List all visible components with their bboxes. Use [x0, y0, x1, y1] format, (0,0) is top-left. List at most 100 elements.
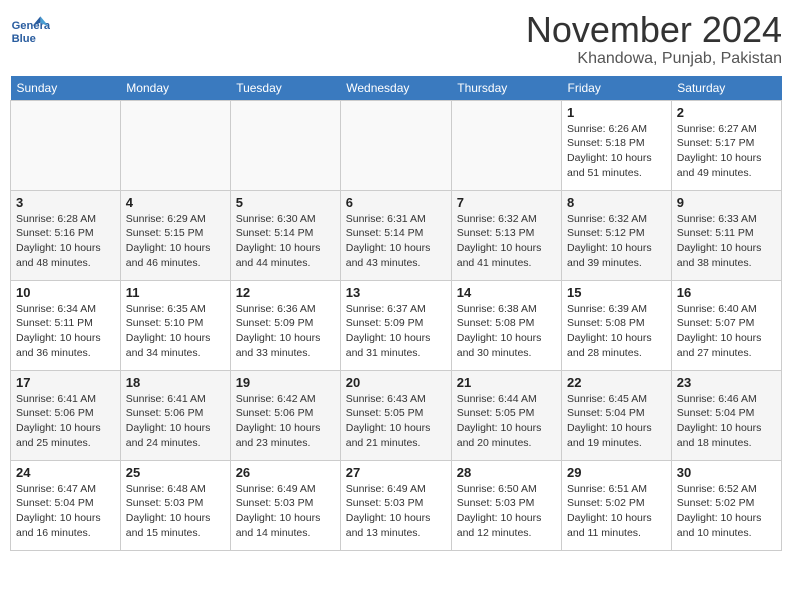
- calendar-day-cell: 22 Sunrise: 6:45 AM Sunset: 5:04 PM Dayli…: [562, 370, 672, 460]
- day-number: 13: [346, 285, 446, 300]
- calendar-day-cell: 11 Sunrise: 6:35 AM Sunset: 5:10 PM Dayli…: [120, 280, 230, 370]
- day-info: Sunrise: 6:41 AM Sunset: 5:06 PM Dayligh…: [16, 392, 115, 451]
- calendar-day-cell: 26 Sunrise: 6:49 AM Sunset: 5:03 PM Dayli…: [230, 460, 340, 550]
- calendar-day-cell: 5Sunrise: 6:30 AM Sunset: 5:14 PM Daylig…: [230, 190, 340, 280]
- day-number: 9: [677, 195, 776, 210]
- location-subtitle: Khandowa, Punjab, Pakistan: [526, 50, 782, 68]
- day-number: 11: [126, 285, 225, 300]
- calendar-week-row: 3 Sunrise: 6:28 AM Sunset: 5:16 PM Daylig…: [11, 190, 782, 280]
- calendar-body: 1Sunrise: 6:26 AM Sunset: 5:18 PM Daylig…: [11, 100, 782, 550]
- day-info: Sunrise: 6:35 AM Sunset: 5:10 PM Dayligh…: [126, 302, 225, 361]
- calendar-header-row: SundayMondayTuesdayWednesdayThursdayFrid…: [11, 76, 782, 101]
- calendar-day-cell: 1Sunrise: 6:26 AM Sunset: 5:18 PM Daylig…: [562, 100, 672, 190]
- day-info: Sunrise: 6:44 AM Sunset: 5:05 PM Dayligh…: [457, 392, 556, 451]
- calendar-day-cell: 15 Sunrise: 6:39 AM Sunset: 5:08 PM Dayli…: [562, 280, 672, 370]
- calendar-day-cell: 29 Sunrise: 6:51 AM Sunset: 5:02 PM Dayli…: [562, 460, 672, 550]
- calendar-day-cell: 27Sunrise: 6:49 AM Sunset: 5:03 PM Dayli…: [340, 460, 451, 550]
- day-number: 22: [567, 375, 666, 390]
- day-number: 28: [457, 465, 556, 480]
- logo: General Blue: [10, 10, 54, 50]
- day-info: Sunrise: 6:49 AM Sunset: 5:03 PM Dayligh…: [346, 482, 446, 541]
- calendar-day-cell: 7Sunrise: 6:32 AM Sunset: 5:13 PM Daylig…: [451, 190, 561, 280]
- calendar-day-cell: 19 Sunrise: 6:42 AM Sunset: 5:06 PM Dayli…: [230, 370, 340, 460]
- calendar-day-cell: 30 Sunrise: 6:52 AM Sunset: 5:02 PM Dayli…: [671, 460, 781, 550]
- day-number: 19: [236, 375, 335, 390]
- day-info: Sunrise: 6:31 AM Sunset: 5:14 PM Dayligh…: [346, 212, 446, 271]
- weekday-header: Friday: [562, 76, 672, 101]
- calendar-day-cell: 17 Sunrise: 6:41 AM Sunset: 5:06 PM Dayli…: [11, 370, 121, 460]
- day-info: Sunrise: 6:37 AM Sunset: 5:09 PM Dayligh…: [346, 302, 446, 361]
- calendar-day-cell: 2Sunrise: 6:27 AM Sunset: 5:17 PM Daylig…: [671, 100, 781, 190]
- day-info: Sunrise: 6:39 AM Sunset: 5:08 PM Dayligh…: [567, 302, 666, 361]
- day-info: Sunrise: 6:27 AM Sunset: 5:17 PM Dayligh…: [677, 122, 776, 181]
- day-number: 20: [346, 375, 446, 390]
- weekday-header: Monday: [120, 76, 230, 101]
- calendar-day-cell: [230, 100, 340, 190]
- day-info: Sunrise: 6:34 AM Sunset: 5:11 PM Dayligh…: [16, 302, 115, 361]
- day-info: Sunrise: 6:49 AM Sunset: 5:03 PM Dayligh…: [236, 482, 335, 541]
- calendar-day-cell: 14Sunrise: 6:38 AM Sunset: 5:08 PM Dayli…: [451, 280, 561, 370]
- day-number: 30: [677, 465, 776, 480]
- day-info: Sunrise: 6:50 AM Sunset: 5:03 PM Dayligh…: [457, 482, 556, 541]
- calendar-day-cell: 20 Sunrise: 6:43 AM Sunset: 5:05 PM Dayli…: [340, 370, 451, 460]
- calendar-day-cell: 3 Sunrise: 6:28 AM Sunset: 5:16 PM Daylig…: [11, 190, 121, 280]
- weekday-header: Sunday: [11, 76, 121, 101]
- calendar-day-cell: 12 Sunrise: 6:36 AM Sunset: 5:09 PM Dayli…: [230, 280, 340, 370]
- day-number: 8: [567, 195, 666, 210]
- calendar-week-row: 17 Sunrise: 6:41 AM Sunset: 5:06 PM Dayli…: [11, 370, 782, 460]
- day-info: Sunrise: 6:36 AM Sunset: 5:09 PM Dayligh…: [236, 302, 335, 361]
- calendar-day-cell: 24 Sunrise: 6:47 AM Sunset: 5:04 PM Dayli…: [11, 460, 121, 550]
- calendar-day-cell: 4Sunrise: 6:29 AM Sunset: 5:15 PM Daylig…: [120, 190, 230, 280]
- day-number: 1: [567, 105, 666, 120]
- day-info: Sunrise: 6:41 AM Sunset: 5:06 PM Dayligh…: [126, 392, 225, 451]
- calendar-day-cell: [120, 100, 230, 190]
- day-number: 21: [457, 375, 556, 390]
- day-info: Sunrise: 6:33 AM Sunset: 5:11 PM Dayligh…: [677, 212, 776, 271]
- day-info: Sunrise: 6:45 AM Sunset: 5:04 PM Dayligh…: [567, 392, 666, 451]
- weekday-header: Thursday: [451, 76, 561, 101]
- day-info: Sunrise: 6:51 AM Sunset: 5:02 PM Dayligh…: [567, 482, 666, 541]
- calendar-day-cell: 8 Sunrise: 6:32 AM Sunset: 5:12 PM Daylig…: [562, 190, 672, 280]
- weekday-header: Saturday: [671, 76, 781, 101]
- day-info: Sunrise: 6:46 AM Sunset: 5:04 PM Dayligh…: [677, 392, 776, 451]
- calendar-day-cell: 25 Sunrise: 6:48 AM Sunset: 5:03 PM Dayli…: [120, 460, 230, 550]
- calendar-day-cell: 13 Sunrise: 6:37 AM Sunset: 5:09 PM Dayli…: [340, 280, 451, 370]
- day-info: Sunrise: 6:32 AM Sunset: 5:12 PM Dayligh…: [567, 212, 666, 271]
- day-info: Sunrise: 6:38 AM Sunset: 5:08 PM Dayligh…: [457, 302, 556, 361]
- day-number: 10: [16, 285, 115, 300]
- weekday-header: Tuesday: [230, 76, 340, 101]
- calendar-day-cell: [11, 100, 121, 190]
- day-info: Sunrise: 6:28 AM Sunset: 5:16 PM Dayligh…: [16, 212, 115, 271]
- day-number: 23: [677, 375, 776, 390]
- calendar-week-row: 1Sunrise: 6:26 AM Sunset: 5:18 PM Daylig…: [11, 100, 782, 190]
- day-number: 26: [236, 465, 335, 480]
- day-info: Sunrise: 6:43 AM Sunset: 5:05 PM Dayligh…: [346, 392, 446, 451]
- day-info: Sunrise: 6:52 AM Sunset: 5:02 PM Dayligh…: [677, 482, 776, 541]
- calendar-day-cell: [451, 100, 561, 190]
- day-number: 15: [567, 285, 666, 300]
- calendar-day-cell: [340, 100, 451, 190]
- day-number: 4: [126, 195, 225, 210]
- day-number: 16: [677, 285, 776, 300]
- calendar-day-cell: 18 Sunrise: 6:41 AM Sunset: 5:06 PM Dayli…: [120, 370, 230, 460]
- day-number: 7: [457, 195, 556, 210]
- calendar-week-row: 24 Sunrise: 6:47 AM Sunset: 5:04 PM Dayli…: [11, 460, 782, 550]
- day-info: Sunrise: 6:48 AM Sunset: 5:03 PM Dayligh…: [126, 482, 225, 541]
- day-number: 3: [16, 195, 115, 210]
- day-number: 29: [567, 465, 666, 480]
- svg-text:Blue: Blue: [12, 33, 36, 45]
- calendar-day-cell: 23 Sunrise: 6:46 AM Sunset: 5:04 PM Dayli…: [671, 370, 781, 460]
- calendar-day-cell: 28 Sunrise: 6:50 AM Sunset: 5:03 PM Dayli…: [451, 460, 561, 550]
- day-number: 18: [126, 375, 225, 390]
- weekday-header: Wednesday: [340, 76, 451, 101]
- calendar-table: SundayMondayTuesdayWednesdayThursdayFrid…: [10, 76, 782, 551]
- day-info: Sunrise: 6:47 AM Sunset: 5:04 PM Dayligh…: [16, 482, 115, 541]
- day-number: 24: [16, 465, 115, 480]
- day-number: 6: [346, 195, 446, 210]
- title-area: November 2024 Khandowa, Punjab, Pakistan: [526, 10, 782, 68]
- day-info: Sunrise: 6:42 AM Sunset: 5:06 PM Dayligh…: [236, 392, 335, 451]
- calendar-day-cell: 9 Sunrise: 6:33 AM Sunset: 5:11 PM Daylig…: [671, 190, 781, 280]
- day-number: 25: [126, 465, 225, 480]
- day-number: 12: [236, 285, 335, 300]
- day-number: 17: [16, 375, 115, 390]
